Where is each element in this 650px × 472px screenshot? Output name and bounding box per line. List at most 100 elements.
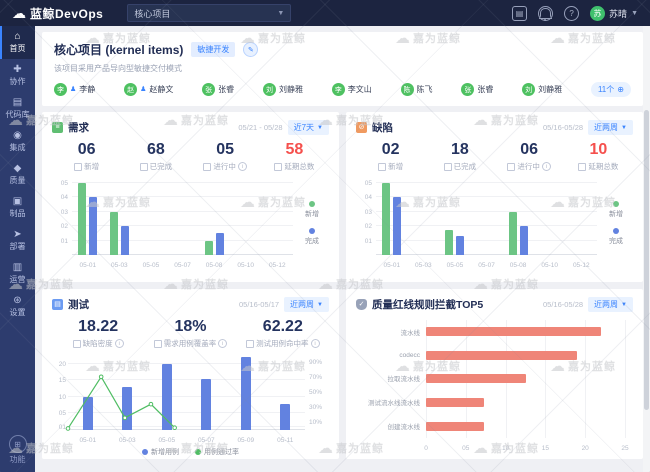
legend-dot	[309, 201, 315, 207]
apps-icon: ⊞	[9, 435, 27, 453]
app-logo[interactable]: ☁ 蓝鲸DevOps	[0, 5, 111, 22]
more-members-count: 11个	[598, 84, 614, 95]
x-axis-tick: 05-05	[147, 437, 187, 444]
legend-item[interactable]: 完成	[305, 228, 319, 246]
sidebar-item-设置[interactable]: ⊛设置	[0, 290, 35, 323]
x-axis-tick: 05-10	[534, 262, 566, 269]
info-icon[interactable]: i	[218, 339, 227, 348]
stat-value: 18%	[144, 318, 236, 336]
collaboration-icon: ✚	[13, 64, 21, 75]
info-icon[interactable]: i	[115, 339, 124, 348]
member-name: 刘静雅	[538, 84, 562, 95]
legend-item[interactable]: 新增	[609, 201, 623, 219]
member-name: 张睿	[218, 84, 234, 95]
member-chip[interactable]: 张张睿	[202, 83, 234, 96]
card-title: 缺陷	[372, 120, 393, 135]
card-title: 需求	[68, 120, 89, 135]
bar-track	[426, 422, 625, 431]
sidebar-item-部署[interactable]: ➤部署	[0, 224, 35, 257]
info-icon[interactable]: i	[542, 162, 551, 171]
stat-label-text: 新增	[84, 161, 99, 172]
sidebar-item-运营[interactable]: ▥运营	[0, 257, 35, 290]
period-dropdown[interactable]: 近两周 ▼	[588, 297, 633, 312]
y-axis-tick: 05	[52, 180, 68, 187]
user-menu[interactable]: 苏 苏晴 ▼	[590, 6, 638, 21]
sidebar-item-label: 部署	[10, 242, 26, 251]
scrollbar-track[interactable]	[643, 26, 650, 472]
member-chip[interactable]: 刘刘静雅	[263, 83, 303, 96]
pass-rate-line	[68, 354, 305, 430]
member-chip[interactable]: 赵♟赵静文	[124, 83, 173, 96]
x-axis-tick: 20	[582, 445, 589, 452]
sidebar-item-质量[interactable]: ◆质量	[0, 158, 35, 191]
sidebar-item-集成[interactable]: ◉集成	[0, 125, 35, 158]
info-icon[interactable]: i	[238, 162, 247, 171]
project-select[interactable]: 核心项目 ▼	[127, 4, 291, 22]
code-repo-icon: ▤	[13, 97, 22, 108]
right-axis-tick: 50%	[309, 389, 322, 396]
info-icon[interactable]: i	[311, 339, 320, 348]
chart-column	[104, 177, 136, 255]
sidebar-item-label: 首页	[10, 44, 26, 53]
hbar-chart: 流水线codecc拉取流水线测试流水线流水线创建流水线00510152025	[356, 320, 633, 452]
stat-label-text: 已完成	[454, 161, 477, 172]
date-range: 05/16-05/28	[543, 300, 583, 309]
chart-plot: 010203040505-0105-0305-0505-0705-0805-10…	[356, 177, 599, 269]
stat-label-text: 新增	[388, 161, 403, 172]
member-chip[interactable]: 李♟李静	[54, 83, 95, 96]
chevron-down-icon: ▼	[631, 10, 638, 17]
sidebar-item-首页[interactable]: ⌂首页	[0, 26, 35, 59]
help-icon[interactable]: ?	[564, 6, 579, 21]
project-description: 该项目采用产品导向型敏捷交付模式	[54, 63, 631, 74]
sidebar-item-制品[interactable]: ▣制品	[0, 191, 35, 224]
gridline	[625, 320, 626, 438]
owner-icon: ♟	[70, 86, 76, 93]
stat: 02新增	[356, 141, 425, 172]
legend-item[interactable]: 新增用例	[142, 447, 179, 457]
x-axis-tick: 05-01	[376, 262, 408, 269]
left-axis-tick: 05	[59, 410, 66, 417]
legend-dot	[309, 228, 315, 234]
right-axis-tick: 30%	[309, 404, 322, 411]
scrollbar-thumb[interactable]	[644, 110, 649, 410]
project-edit-icon[interactable]: ✎	[243, 42, 258, 57]
chart-legend: 新增完成	[295, 177, 329, 269]
calendar-icon	[274, 163, 282, 171]
member-chip[interactable]: 陈陈飞	[401, 83, 433, 96]
legend-item[interactable]: 完成	[609, 228, 623, 246]
sidebar-item-代码库[interactable]: ▤代码库	[0, 92, 35, 125]
avatar: 张	[461, 83, 474, 96]
legend-item[interactable]: 新增	[305, 201, 319, 219]
notification-bell-icon[interactable]	[538, 6, 553, 21]
sidebar-item-协作[interactable]: ✚协作	[0, 59, 35, 92]
period-dropdown[interactable]: 近两周 ▼	[284, 297, 329, 312]
period-dropdown[interactable]: 近7天 ▼	[288, 120, 329, 135]
member-name: 李静	[79, 84, 95, 95]
member-chip[interactable]: 李李文山	[332, 83, 372, 96]
x-axis-tick: 05-01	[72, 262, 104, 269]
x-axis-tick: 05-10	[230, 262, 262, 269]
member-chip[interactable]: 张张睿	[461, 83, 493, 96]
cards-row-1: ≡ 需求 05/21 - 05/28 近7天 ▼ 06新增68已完成05进行中i…	[42, 112, 643, 282]
more-members-badge[interactable]: 11个⊕	[591, 82, 631, 97]
app-logo-text: 蓝鲸DevOps	[30, 5, 103, 22]
changelog-icon[interactable]: ▤	[512, 6, 527, 21]
avatar: 李	[54, 83, 67, 96]
stat: 68已完成	[121, 141, 190, 172]
avatar: 苏	[590, 6, 605, 21]
sidebar-item-label: 运营	[10, 275, 26, 284]
category-label: 创建流水线	[356, 421, 426, 431]
stat-value: 58	[260, 141, 329, 159]
cloud-logo-icon: ☁	[12, 6, 26, 20]
member-chip[interactable]: 刘刘静雅	[522, 83, 562, 96]
bell-glyph	[540, 8, 551, 17]
period-dropdown[interactable]: 近两周 ▼	[588, 120, 633, 135]
stat-label: 进行中i	[495, 161, 564, 172]
main-content: 核心项目 (kernel items) 敏捷开发 ✎ 该项目采用产品导向型敏捷交…	[35, 26, 650, 472]
legend-item[interactable]: 用例通过率	[195, 447, 239, 457]
project-title-row: 核心项目 (kernel items) 敏捷开发 ✎	[54, 41, 631, 58]
artifact-icon: ▣	[13, 196, 22, 207]
chevron-down-icon: ▼	[277, 10, 284, 17]
sidebar-item-features[interactable]: ⊞ 功能	[0, 435, 35, 472]
x-axis-tick: 05-12	[565, 262, 597, 269]
